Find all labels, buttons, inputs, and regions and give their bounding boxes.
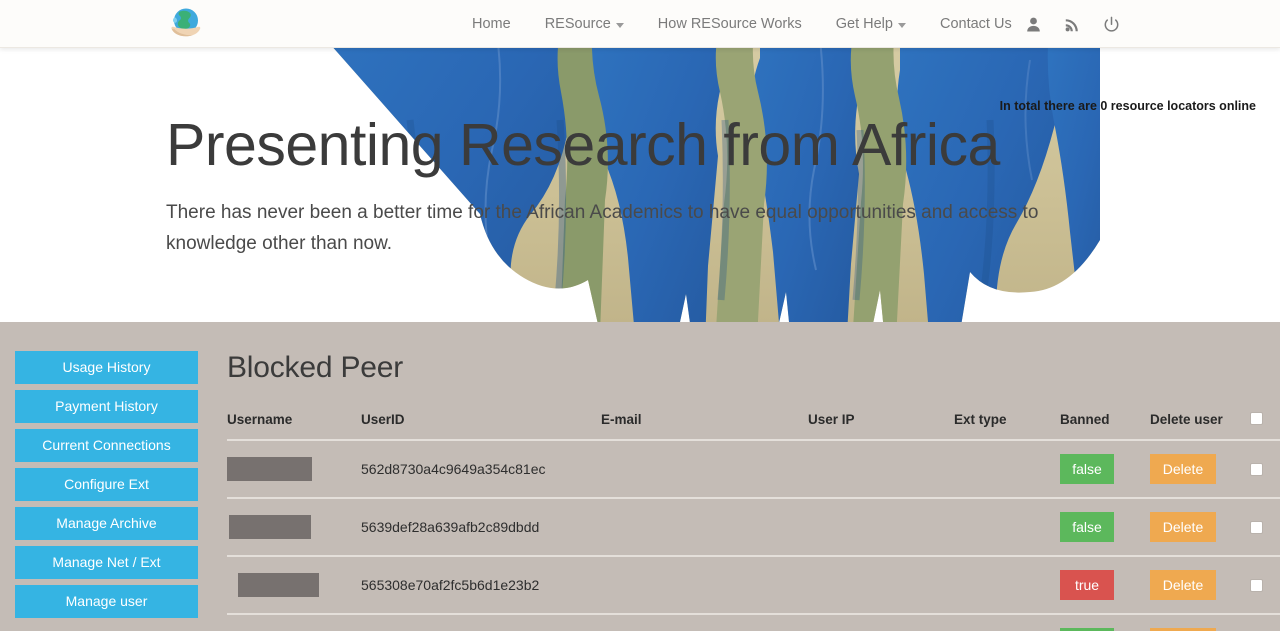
delete-user-button[interactable]: Delete <box>1150 454 1216 484</box>
cell-user-ip <box>808 613 954 631</box>
cell-delete-user: Delete <box>1150 497 1250 556</box>
cell-username <box>227 497 361 556</box>
column-header-username: Username <box>227 412 293 427</box>
sidebar-item-manage-user[interactable]: Manage user <box>15 585 198 618</box>
cell-row-select <box>1250 497 1280 556</box>
cell-userid: 5639def28a639afb2c89dbdd <box>361 497 601 556</box>
delete-user-button[interactable]: Delete <box>1150 512 1216 542</box>
nav-item-contact-us[interactable]: Contact Us <box>923 16 1029 32</box>
nav-item-label: How RESource Works <box>657 16 802 32</box>
rss-icon[interactable] <box>1064 16 1081 33</box>
nav-item-label: Get Help <box>835 16 893 32</box>
cell-userid: 562d8730a4c9649a354c81ec <box>361 439 601 498</box>
row-select-checkbox[interactable] <box>1250 462 1263 476</box>
column-header-delete-user: Delete user <box>1150 412 1223 427</box>
nav-item-label: Contact Us <box>939 16 1012 32</box>
column-header-banned: Banned <box>1060 412 1110 427</box>
cell-banned: true <box>1060 555 1150 614</box>
sidebar-item-manage-archive[interactable]: Manage Archive <box>15 507 198 540</box>
cell-ext-type <box>954 555 1060 614</box>
cell-row-select <box>1250 555 1280 614</box>
cell-ext-type <box>954 497 1060 556</box>
sidebar-item-configure-ext[interactable]: Configure Ext <box>15 468 198 501</box>
column-header-select-all <box>1250 412 1280 440</box>
blocked-peer-table: Username UserID E-mail User IP Ext type … <box>227 412 1280 631</box>
cell-banned: false <box>1060 439 1150 498</box>
sidebar-item-manage-net-ext[interactable]: Manage Net / Ext <box>15 546 198 579</box>
sidebar-item-usage-history[interactable]: Usage History <box>15 351 198 384</box>
column-header-email: E-mail <box>601 412 642 427</box>
nav-item-home[interactable]: Home <box>455 16 528 32</box>
sidebar-item-current-connections[interactable]: Current Connections <box>15 429 198 462</box>
table-row: 5653663c91f0cc3e01e7b76e falseDelete <box>227 613 1280 631</box>
column-header-user-ip: User IP <box>808 412 855 427</box>
status-badge-banned[interactable]: true <box>1060 570 1114 600</box>
table-body: 562d8730a4c9649a354c81ec false Delete 5639d… <box>227 439 1280 631</box>
cell-banned: false <box>1060 497 1150 556</box>
cell-username <box>227 613 361 631</box>
nav-links: Home RESource How RESource Works Get Hel… <box>455 0 1029 48</box>
hero-subtitle: There has never been a better time for t… <box>166 202 1039 254</box>
cell-user-ip <box>808 497 954 556</box>
table-row: 562d8730a4c9649a354c81ec false Delete <box>227 439 1280 498</box>
top-navbar: Home RESource How RESource Works Get Hel… <box>0 0 1280 48</box>
cell-ext-type <box>954 439 1060 498</box>
cell-row-select <box>1250 439 1280 498</box>
cell-username <box>227 555 361 614</box>
cell-userid: 5653663c91f0cc3e01e7b76e <box>361 613 601 631</box>
table-row: 565308e70af2fc5b6d1e23b2 true Delete <box>227 555 1280 614</box>
content-area: Usage History Payment History Current Co… <box>0 322 1280 631</box>
power-icon[interactable] <box>1103 16 1120 33</box>
nav-item-label: RESource <box>544 16 611 32</box>
username-redaction-box <box>238 573 319 597</box>
column-header-userid: UserID <box>361 412 405 427</box>
cell-delete-user: Delete <box>1150 613 1250 631</box>
nav-item-resource[interactable]: RESource <box>528 16 641 32</box>
hero-section: In total there are 0 resource locators o… <box>0 48 1280 322</box>
cell-row-select <box>1250 613 1280 631</box>
table-row: 5639def28a639afb2c89dbdd false Delete <box>227 497 1280 556</box>
cell-banned: false <box>1060 613 1150 631</box>
row-select-checkbox[interactable] <box>1250 578 1263 592</box>
sidebar-item-payment-history[interactable]: Payment History <box>15 390 198 423</box>
globe-in-hand-icon <box>171 8 201 37</box>
cell-email <box>601 613 808 631</box>
cell-username <box>227 439 361 498</box>
sidebar-menu: Usage History Payment History Current Co… <box>15 351 198 624</box>
nav-item-how-resource-works[interactable]: How RESource Works <box>641 16 819 32</box>
status-badge-banned[interactable]: false <box>1060 512 1114 542</box>
online-status-text: In total there are 0 resource locators o… <box>999 99 1256 113</box>
cell-delete-user: Delete <box>1150 555 1250 614</box>
cell-email <box>601 555 808 614</box>
nav-item-label: Home <box>472 16 511 32</box>
username-redaction-box <box>227 457 312 481</box>
nav-item-get-help[interactable]: Get Help <box>819 16 923 32</box>
username-redaction-box <box>229 515 311 539</box>
hero-title: Presenting Research from Africa <box>166 112 1000 178</box>
hero-text-block: Presenting Research from Africa There ha… <box>166 112 1086 260</box>
table-header-row: Username UserID E-mail User IP Ext type … <box>227 412 1280 440</box>
cell-email <box>601 439 808 498</box>
cell-ext-type <box>954 613 1060 631</box>
row-select-checkbox[interactable] <box>1250 520 1263 534</box>
blocked-peer-panel: Blocked Peer Username UserID E-mail User… <box>227 351 1280 631</box>
nav-icon-group <box>1025 0 1120 48</box>
cell-email <box>601 497 808 556</box>
column-header-ext-type: Ext type <box>954 412 1007 427</box>
cell-user-ip <box>808 555 954 614</box>
brand-logo[interactable] <box>168 5 204 41</box>
delete-user-button[interactable]: Delete <box>1150 570 1216 600</box>
chevron-down-icon <box>897 22 906 28</box>
status-badge-banned[interactable]: false <box>1060 454 1114 484</box>
select-all-checkbox[interactable] <box>1250 412 1263 425</box>
user-icon[interactable] <box>1025 16 1042 33</box>
cell-delete-user: Delete <box>1150 439 1250 498</box>
cell-user-ip <box>808 439 954 498</box>
cell-userid: 565308e70af2fc5b6d1e23b2 <box>361 555 601 614</box>
page-title: Blocked Peer <box>227 351 404 384</box>
chevron-down-icon <box>615 22 624 28</box>
